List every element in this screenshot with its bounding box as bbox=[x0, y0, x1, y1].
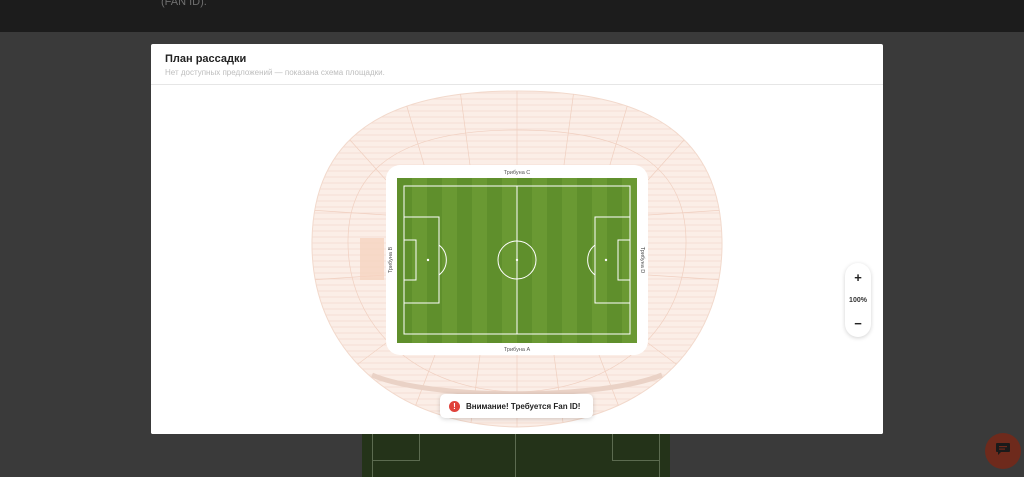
stand-label-south[interactable]: Трибуна A bbox=[504, 347, 531, 353]
stand-label-west[interactable]: Трибуна B bbox=[388, 247, 394, 274]
chat-icon bbox=[995, 442, 1011, 461]
zoom-level: 100% bbox=[849, 296, 867, 304]
fan-id-warning: ! Внимание! Требуется Fan ID! bbox=[440, 394, 593, 418]
modal-subtitle: Нет доступных предложений — показана схе… bbox=[165, 68, 385, 77]
seating-plan-modal: План рассадки Нет доступных предложений … bbox=[151, 44, 883, 434]
background-pitch-preview bbox=[362, 434, 670, 477]
stadium-map[interactable]: Трибуна C Трибуна A Трибуна B Трибуна D bbox=[310, 90, 724, 430]
exclamation-icon: ! bbox=[449, 400, 460, 412]
fan-id-warning-text: Внимание! Требуется Fan ID! bbox=[466, 401, 581, 411]
chat-button[interactable] bbox=[985, 433, 1021, 469]
modal-title: План рассадки bbox=[165, 53, 247, 65]
zoom-control: + 100% − bbox=[845, 263, 871, 337]
pitch bbox=[397, 178, 637, 343]
stand-label-east[interactable]: Трибуна D bbox=[639, 247, 645, 274]
zoom-out-button[interactable]: − bbox=[847, 313, 869, 333]
background-header: (FAN ID). bbox=[0, 0, 1024, 32]
modal-header: План рассадки Нет доступных предложений … bbox=[151, 44, 883, 85]
zoom-in-button[interactable]: + bbox=[847, 267, 869, 287]
section-west-highlight bbox=[360, 238, 384, 280]
background-fan-id-text: (FAN ID). bbox=[161, 0, 207, 8]
seating-map-area[interactable]: Трибуна C Трибуна A Трибуна B Трибуна D … bbox=[151, 85, 883, 434]
stand-label-north[interactable]: Трибуна C bbox=[504, 170, 531, 176]
